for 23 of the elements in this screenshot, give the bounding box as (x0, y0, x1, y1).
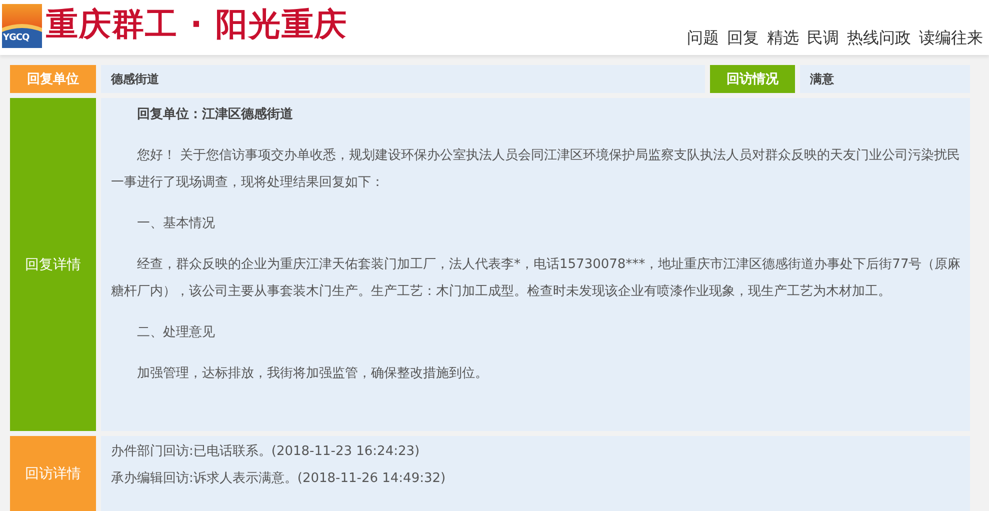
reply-paragraph: 加强管理，达标排放，我街将加强监管，确保整改措施到位。 (136, 365, 489, 383)
nav-link[interactable]: 民调 (807, 26, 839, 50)
field-label: 回复单位 (10, 65, 96, 93)
followup-entry: 承办编辑回访:诉求人表示满意。(2018-11-26 14:49:32) (111, 470, 447, 488)
followup-entry: 办件部门回访:已电话联系。(2018-11-23 16:24:23) (111, 443, 421, 461)
nav-link[interactable]: 热线问政 (847, 26, 911, 50)
logo-text: YGCQ (3, 33, 30, 43)
reply-paragraph: 回复单位：江津区德感街道 (136, 106, 294, 124)
field-value: 德感街道 (101, 65, 705, 93)
field-label: 回访详情 (10, 436, 96, 511)
field-label: 回访情况 (710, 65, 795, 93)
reply-paragraph: 经查，群众反映的企业为重庆江津天佑套装门加工厂，法人代表李*，电话15730078***，地址重庆市江津区德感街道办事处下后街77号（原麻糖杆厂内），该公司主要从事套装木门生产。生产工艺：木门加工成型。检查时未发现该企业有喷漆作业现象，现生产工艺为木材加工。 (111, 256, 962, 301)
field-label: 回复详情 (10, 98, 96, 431)
field-value: 满意 (800, 65, 970, 93)
logo-icon (2, 4, 42, 48)
reply-paragraph: 一、基本情况 (136, 215, 216, 233)
nav-link[interactable]: 回复 (727, 26, 759, 50)
nav-link[interactable]: 问题 (687, 26, 719, 50)
site-title: 重庆群工 · 阳光重庆 (46, 4, 348, 44)
nav-link[interactable]: 精选 (767, 26, 799, 50)
reply-paragraph: 二、处理意见 (136, 324, 216, 342)
nav-link[interactable]: 读编往来 (919, 26, 983, 50)
reply-paragraph: 您好！ 关于您信访事项交办单收悉，规划建设环保办公室执法人员会同江津区环境保护局监察支队执法人员对群众反映的天友门业公司污染扰民一事进行了现场调查，现将处理结果回复如下： (111, 147, 962, 192)
